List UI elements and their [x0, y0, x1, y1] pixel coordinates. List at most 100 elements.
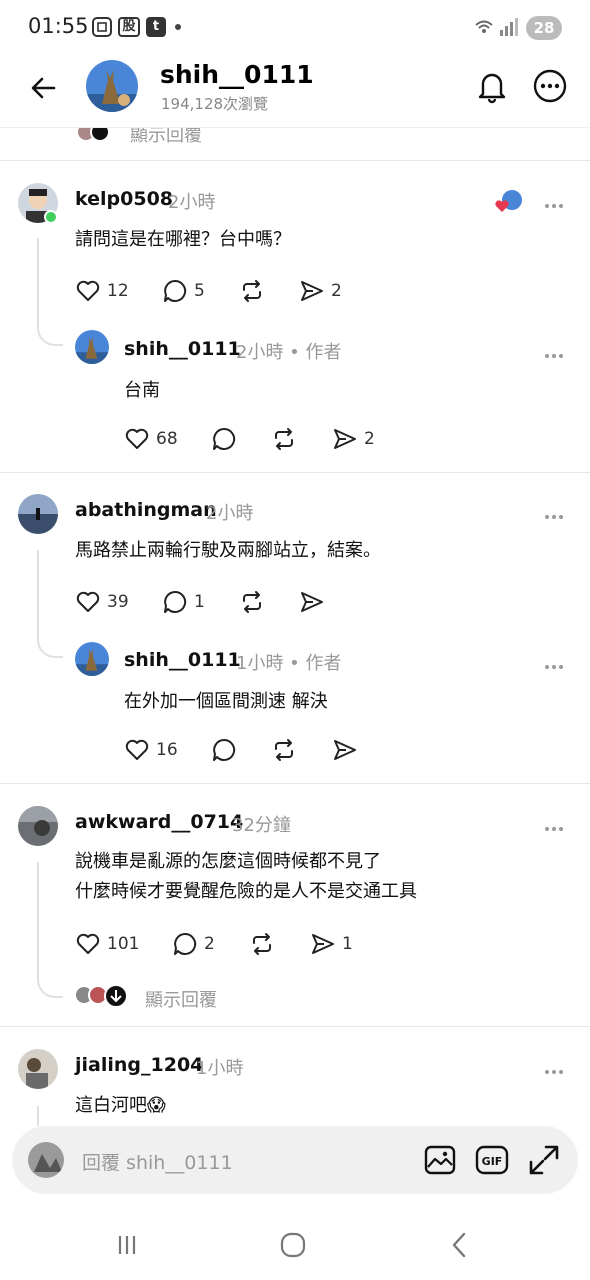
send-icon [334, 740, 356, 760]
like-button[interactable]: 39 [75, 588, 129, 616]
repost-icon [253, 933, 271, 955]
comment-icon [174, 932, 197, 955]
send-icon [301, 281, 323, 301]
reply-button[interactable] [211, 425, 237, 453]
more-dots-icon[interactable] [545, 193, 573, 208]
heart-icon [76, 591, 100, 612]
like-button[interactable]: 16 [124, 736, 178, 764]
heart-icon [125, 428, 149, 449]
user-avatar[interactable] [18, 494, 58, 534]
notification-dot [175, 24, 181, 30]
home-icon[interactable] [278, 1230, 308, 1260]
reply-button[interactable]: 1 [162, 588, 205, 616]
comment-text-line2: 什麼時候才要覺醒危險的是人不是交通工具 [75, 881, 417, 902]
author-avatar[interactable] [86, 60, 138, 112]
author-username[interactable]: shih__0111 [160, 60, 314, 89]
reply-username[interactable]: shih__0111 [124, 338, 241, 360]
more-options-icon[interactable] [532, 68, 568, 104]
comment-username[interactable]: awkward__0714 [75, 811, 243, 833]
comment-icon [213, 427, 236, 450]
send-icon [334, 429, 356, 449]
repost-button[interactable] [249, 930, 275, 958]
share-button[interactable]: 1 [310, 930, 353, 958]
show-replies-link[interactable]: 顯示回覆 [145, 986, 217, 1012]
comment-username[interactable]: kelp0508 [75, 188, 173, 210]
repost-icon [243, 280, 261, 302]
reply-meta: 2小時 • 作者 [236, 342, 342, 363]
stock-app-icon: 股 [118, 17, 140, 37]
comment-time: 32分鐘 [232, 815, 291, 836]
comment-text: 馬路禁止兩輪行駛及兩腳站立，結案。 [75, 540, 381, 561]
heart-icon [76, 933, 100, 954]
comment-icon [213, 738, 236, 761]
comment-time: 2小時 [168, 192, 216, 213]
heart-icon [76, 280, 100, 301]
more-dots-icon[interactable] [545, 654, 573, 669]
svg-text:GIF: GIF [482, 1155, 503, 1168]
more-dots-icon[interactable] [545, 343, 573, 358]
like-button[interactable]: 68 [124, 425, 178, 453]
heart-icon [125, 739, 149, 760]
comment-icon [164, 590, 187, 613]
system-nav-bar [0, 1210, 590, 1280]
reply-button[interactable] [211, 736, 237, 764]
like-button[interactable]: 12 [75, 277, 129, 305]
gif-icon[interactable]: GIF [474, 1142, 510, 1178]
thread-header: shih__0111 194,128次瀏覽 [0, 56, 590, 128]
author-reply-avatar[interactable] [75, 330, 109, 364]
repost-button[interactable] [271, 736, 297, 764]
heart-badge-icon [495, 200, 509, 212]
t-app-icon: t [146, 17, 166, 37]
reply-text: 在外加一個區間測速 解決 [124, 691, 328, 712]
screenshot-icon [92, 17, 112, 37]
reply-button[interactable]: 5 [162, 277, 205, 305]
reply-composer[interactable]: 回覆 shih__0111 GIF [12, 1126, 578, 1194]
more-dots-icon[interactable] [545, 816, 573, 831]
send-icon [301, 592, 323, 612]
back-arrow-icon[interactable] [28, 72, 60, 104]
more-dots-icon[interactable] [545, 1059, 573, 1074]
comment-username[interactable]: abathingman [75, 499, 217, 521]
status-time: 01:55 [28, 14, 89, 38]
share-button[interactable]: 2 [299, 277, 342, 305]
nav-back-icon[interactable] [444, 1230, 474, 1260]
image-icon[interactable] [422, 1142, 458, 1178]
share-button[interactable]: 2 [332, 425, 375, 453]
status-bar: 01:55 股 t 28 [0, 0, 590, 56]
view-count: 194,128次瀏覽 [161, 95, 269, 113]
repost-icon [275, 739, 293, 761]
repost-icon [243, 591, 261, 613]
reply-input[interactable]: 回覆 shih__0111 [82, 1148, 233, 1175]
user-avatar[interactable] [18, 806, 58, 846]
repost-button[interactable] [239, 277, 265, 305]
current-user-avatar [28, 1142, 64, 1178]
comment-username[interactable]: jialing_1204 [75, 1054, 203, 1076]
repost-icon [275, 428, 293, 450]
reply-username[interactable]: shih__0111 [124, 649, 241, 671]
like-button[interactable]: 101 [75, 930, 139, 958]
reply-button[interactable]: 2 [172, 930, 215, 958]
comment-time: 1小時 [196, 1058, 244, 1079]
online-indicator [44, 210, 58, 224]
comment-text: 這白河吧😱 [75, 1095, 166, 1116]
send-icon [312, 934, 334, 954]
signal-icon [475, 18, 518, 36]
reply-text: 台南 [124, 380, 160, 401]
user-avatar[interactable] [18, 1049, 58, 1089]
recent-apps-icon[interactable] [112, 1230, 142, 1260]
bell-icon[interactable] [474, 68, 510, 104]
expand-icon[interactable] [526, 1142, 562, 1178]
battery-indicator: 28 [526, 16, 562, 40]
comment-text: 請問這是在哪裡？台中嗎？ [75, 229, 291, 250]
repost-button[interactable] [271, 425, 297, 453]
arrow-down-icon [104, 984, 128, 1008]
comment-text-line1: 說機車是亂源的怎麼這個時候都不見了 [75, 851, 381, 872]
comment-time: 2小時 [206, 503, 254, 524]
more-dots-icon[interactable] [545, 504, 573, 519]
share-button[interactable] [332, 736, 358, 764]
repost-button[interactable] [239, 588, 265, 616]
comment-icon [164, 279, 187, 302]
share-button[interactable] [299, 588, 325, 616]
author-reply-avatar[interactable] [75, 642, 109, 676]
reply-meta: 1小時 • 作者 [236, 653, 342, 674]
